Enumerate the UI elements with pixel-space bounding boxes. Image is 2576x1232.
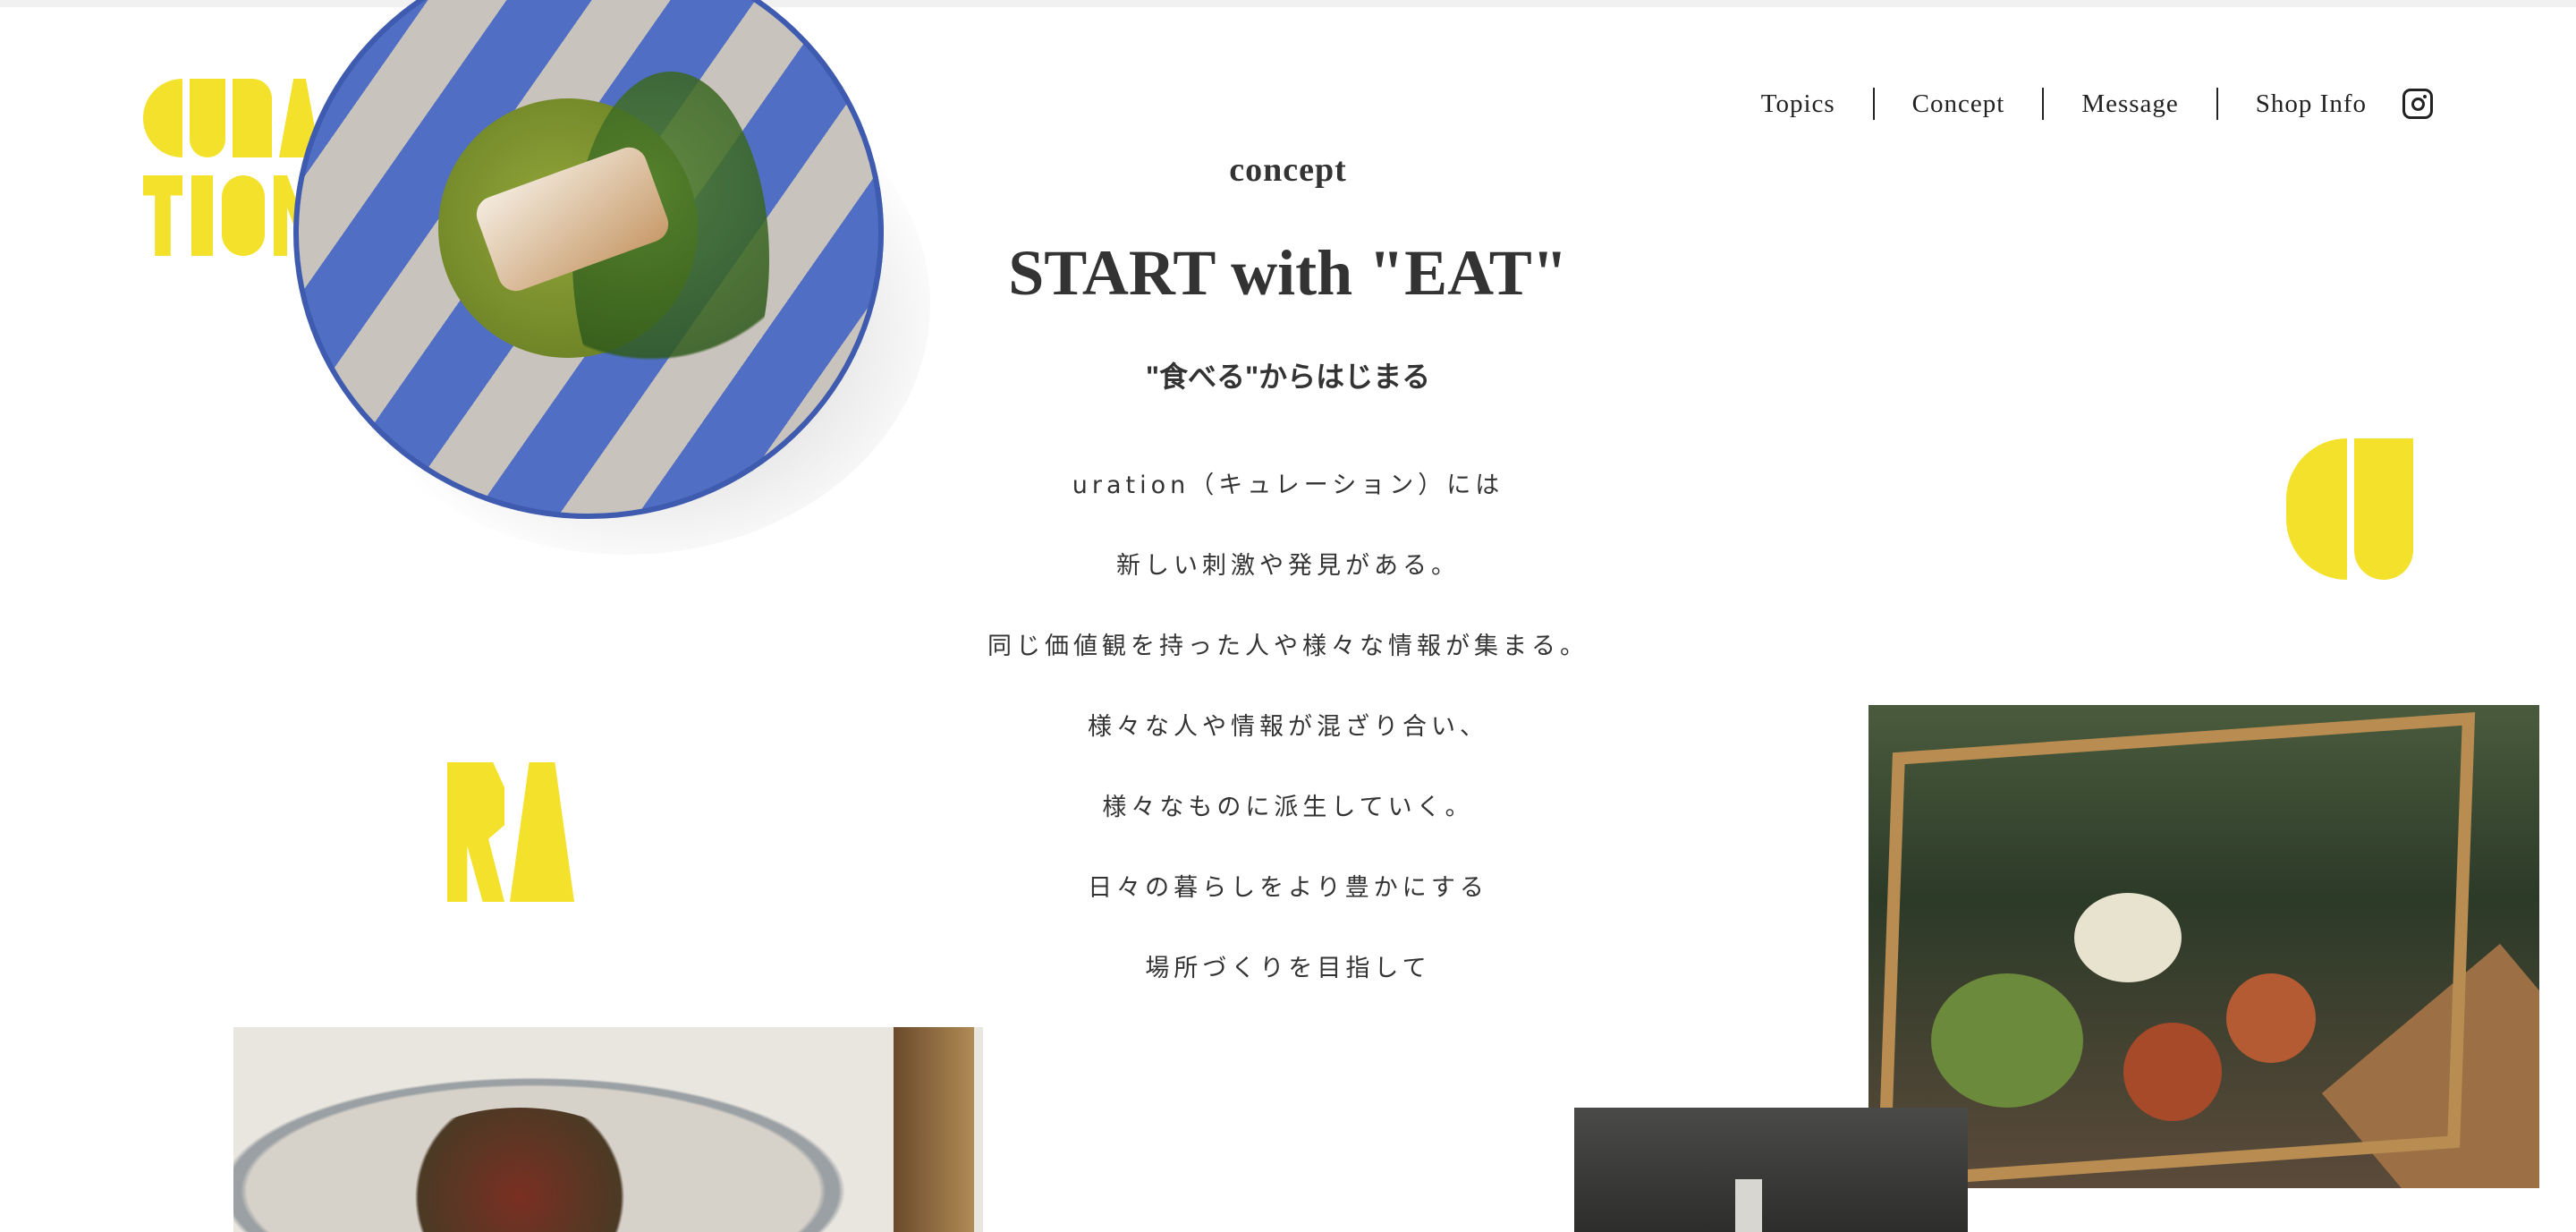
body-line: 様々なものに派生していく。 [1102, 794, 1474, 821]
top-border [0, 0, 2576, 7]
nav-message[interactable]: Message [2081, 89, 2178, 119]
nav-divider [2042, 88, 2045, 120]
nav-divider [1872, 88, 1875, 120]
body-line: 場所づくりを目指して [1145, 955, 1431, 982]
decor-letter-c [2286, 438, 2347, 580]
kitchen-image [1574, 1108, 1968, 1232]
instagram-icon[interactable] [2402, 89, 2433, 119]
body-line: 日々の暮らしをより豊かにする [1088, 874, 1488, 902]
logo-letter-t [143, 175, 182, 256]
nav-concept[interactable]: Concept [1912, 89, 2005, 119]
main-nav: Topics Concept Message Shop Info [1761, 86, 2433, 122]
decor-letter-r [447, 762, 504, 902]
nav-topics[interactable]: Topics [1761, 89, 1835, 119]
page-subheadline: "食べる"からはじまる [1145, 361, 1431, 393]
nav-shop-info[interactable]: Shop Info [2256, 89, 2367, 119]
bottle [1735, 1179, 1762, 1232]
logo-letter-c [143, 79, 182, 157]
nav-divider [2216, 88, 2218, 120]
page-headline: START with "EAT" [1008, 237, 1568, 309]
vegetable-display-image [1868, 705, 2539, 1188]
plated-meat-image [233, 1027, 983, 1232]
meat-dish [377, 1108, 663, 1232]
body-line: 同じ価値観を持った人や様々な情報が集まる。 [987, 633, 1589, 660]
section-label: concept [1229, 151, 1347, 189]
logo-letter-u [190, 79, 225, 157]
concept-body: uration（キュレーション）には 新しい刺激や発見がある。 同じ価値観を持っ… [930, 463, 1646, 1027]
body-line: 様々な人や情報が混ざり合い、 [1088, 713, 1488, 741]
body-line: uration（キュレーション）には [1072, 472, 1504, 499]
body-line: 新しい刺激や発見がある。 [1116, 552, 1460, 580]
fork [894, 1027, 974, 1232]
logo-letter-r [233, 79, 272, 157]
logo-letter-i [191, 175, 213, 256]
decor-letter-a [510, 762, 574, 902]
decor-letter-u [2354, 438, 2413, 580]
logo-letter-o [222, 175, 265, 256]
